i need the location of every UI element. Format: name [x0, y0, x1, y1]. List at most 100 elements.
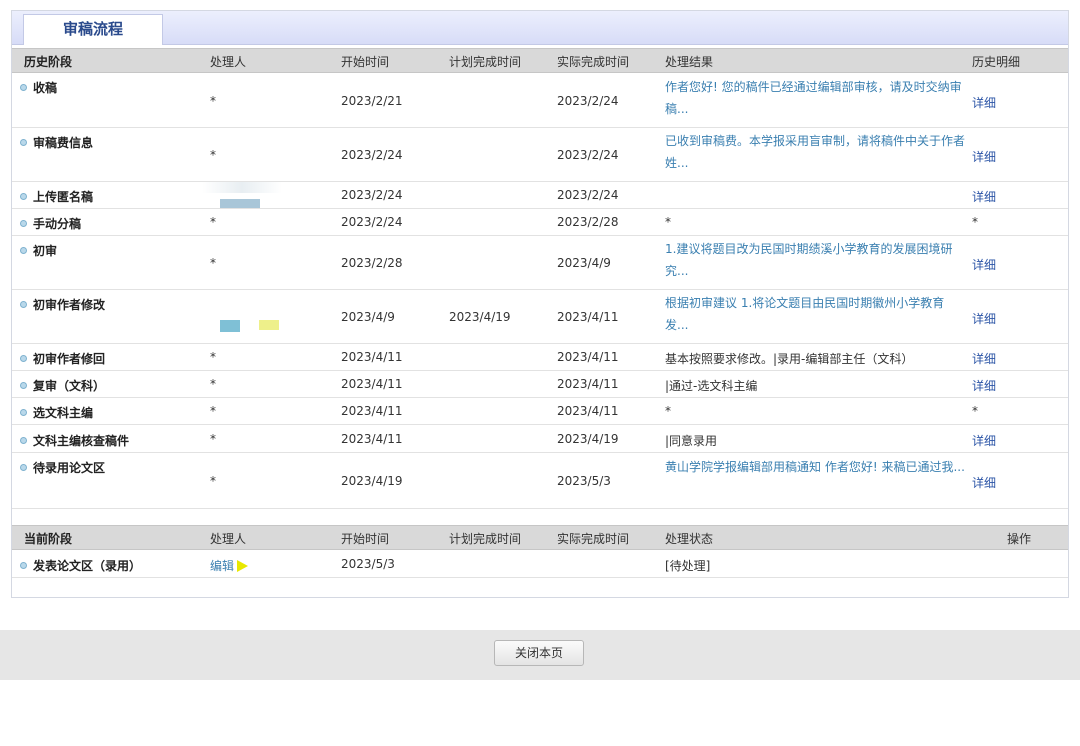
col-operation: 操作: [1007, 532, 1032, 546]
detail-text: *: [972, 404, 978, 418]
start-time: 2023/5/3: [341, 557, 395, 571]
col-actual-time: 实际完成时间: [557, 532, 630, 546]
bullet-icon: [20, 464, 27, 471]
bullet-icon: [20, 301, 27, 308]
handler: *: [210, 432, 216, 446]
result-link[interactable]: 根据初审建议 1.将论文题目由民国时期徽州小学教育发...: [665, 292, 965, 336]
start-time: 2023/2/24: [341, 148, 403, 162]
bullet-icon: [20, 84, 27, 91]
result-link[interactable]: 黄山学院学报编辑部用稿通知 作者您好! 来稿已通过我...: [665, 456, 965, 478]
actual-time: 2023/2/24: [557, 188, 619, 202]
table-row: 收稿 * 2023/2/21 2023/2/24 作者您好! 您的稿件已经通过编…: [12, 73, 1068, 128]
result-text: |通过-选文科主编: [665, 379, 758, 393]
stage-name: 初审: [20, 242, 57, 259]
bullet-icon: [20, 437, 27, 444]
review-process-panel: 审稿流程 历史阶段 处理人 开始时间 计划完成时间 实际完成时间 处理结果 历史…: [11, 10, 1069, 598]
handler: *: [210, 94, 216, 108]
planned-time: 2023/4/19: [449, 310, 511, 324]
handler: *: [210, 256, 216, 270]
col-handler: 处理人: [210, 55, 247, 69]
detail-link[interactable]: 详细: [972, 94, 996, 111]
col-current-stage: 当前阶段: [24, 532, 73, 546]
detail-link[interactable]: 详细: [972, 432, 996, 449]
stage-name: 审稿费信息: [20, 134, 93, 151]
col-history-detail: 历史明细: [972, 55, 1021, 69]
tab-review-process[interactable]: 审稿流程: [23, 14, 163, 45]
result-link[interactable]: 1.建议将题目改为民国时期绩溪小学教育的发展困境研究...: [665, 238, 965, 282]
actual-time: 2023/4/11: [557, 404, 619, 418]
stage-name: 手动分稿: [20, 215, 81, 232]
redacted-handler: [259, 320, 279, 330]
bullet-icon: [20, 220, 27, 227]
detail-link[interactable]: 详细: [972, 148, 996, 165]
bullet-icon: [20, 562, 27, 569]
flag-icon: [237, 560, 249, 572]
table-row: 手动分稿 * 2023/2/24 2023/2/28 * *: [12, 209, 1068, 236]
col-status: 处理状态: [665, 532, 714, 546]
handler-link[interactable]: 编辑: [210, 559, 234, 573]
result-text: 基本按照要求修改。|录用-编辑部主任（文科）: [665, 352, 914, 366]
stage-name: 选文科主编: [20, 404, 93, 421]
handler: *: [210, 215, 216, 229]
table-row: 初审作者修改 2023/4/9 2023/4/19 2023/4/11 根据初审…: [12, 290, 1068, 344]
bullet-icon: [20, 409, 27, 416]
result-link[interactable]: 作者您好! 您的稿件已经通过编辑部审核，请及时交纳审稿...: [665, 76, 965, 120]
detail-link[interactable]: 详细: [972, 350, 996, 367]
col-planned-time: 计划完成时间: [449, 532, 522, 546]
current-row: 发表论文区（录用） 编辑 2023/5/3 [待处理]: [12, 550, 1068, 578]
detail-link[interactable]: 详细: [972, 310, 996, 327]
result-text: *: [665, 215, 671, 229]
detail-link[interactable]: 详细: [972, 188, 996, 205]
handler: *: [210, 474, 216, 488]
bullet-icon: [20, 139, 27, 146]
stage-name: 初审作者修改: [20, 296, 105, 313]
start-time: 2023/2/21: [341, 94, 403, 108]
stage-name: 发表论文区（录用）: [20, 557, 141, 574]
handler: *: [210, 404, 216, 418]
result-text: *: [665, 404, 671, 418]
tab-bar: 审稿流程: [12, 11, 1068, 45]
stage-name: 初审作者修回: [20, 350, 105, 367]
close-page-button[interactable]: 关闭本页: [494, 640, 584, 666]
col-history-stage: 历史阶段: [24, 55, 73, 69]
result-text: |同意录用: [665, 434, 718, 448]
detail-link[interactable]: 详细: [972, 474, 996, 491]
table-row: 审稿费信息 * 2023/2/24 2023/2/24 已收到审稿费。本学报采用…: [12, 128, 1068, 182]
table-row: 上传匿名稿 2023/2/24 2023/2/24 详细: [12, 182, 1068, 209]
handler: *: [210, 148, 216, 162]
actual-time: 2023/5/3: [557, 474, 611, 488]
bullet-icon: [20, 193, 27, 200]
stage-name: 复审（文科）: [20, 377, 105, 394]
actual-time: 2023/2/24: [557, 94, 619, 108]
bullet-icon: [20, 247, 27, 254]
detail-text: *: [972, 215, 978, 229]
current-table-header: 当前阶段 处理人 开始时间 计划完成时间 实际完成时间 处理状态 操作: [12, 525, 1068, 550]
table-row: 初审作者修回 * 2023/4/11 2023/4/11 基本按照要求修改。|录…: [12, 344, 1068, 371]
actual-time: 2023/2/24: [557, 148, 619, 162]
table-row: 文科主编核查稿件 * 2023/4/11 2023/4/19 |同意录用 详细: [12, 425, 1068, 453]
redacted-handler: [220, 199, 260, 208]
start-time: 2023/4/19: [341, 474, 403, 488]
start-time: 2023/2/24: [341, 188, 403, 202]
bullet-icon: [20, 355, 27, 362]
col-start-time: 开始时间: [341, 55, 390, 69]
detail-link[interactable]: 详细: [972, 377, 996, 394]
actual-time: 2023/4/19: [557, 432, 619, 446]
table-row: 待录用论文区 * 2023/4/19 2023/5/3 黄山学院学报编辑部用稿通…: [12, 453, 1068, 509]
actual-time: 2023/2/28: [557, 215, 619, 229]
actual-time: 2023/4/11: [557, 377, 619, 391]
result-link[interactable]: 已收到审稿费。本学报采用盲审制，请将稿件中关于作者姓...: [665, 130, 965, 174]
start-time: 2023/4/11: [341, 350, 403, 364]
stage-name: 待录用论文区: [20, 459, 105, 476]
detail-link[interactable]: 详细: [972, 256, 996, 273]
col-handler: 处理人: [210, 532, 247, 546]
col-planned-time: 计划完成时间: [449, 55, 522, 69]
start-time: 2023/2/28: [341, 256, 403, 270]
redacted-handler: [202, 182, 282, 193]
col-result: 处理结果: [665, 55, 714, 69]
table-row: 选文科主编 * 2023/4/11 2023/4/11 * *: [12, 398, 1068, 425]
handler-cell: 编辑: [210, 557, 249, 574]
table-row: 初审 * 2023/2/28 2023/4/9 1.建议将题目改为民国时期绩溪小…: [12, 236, 1068, 290]
start-time: 2023/4/11: [341, 377, 403, 391]
stage-name: 上传匿名稿: [20, 188, 93, 205]
